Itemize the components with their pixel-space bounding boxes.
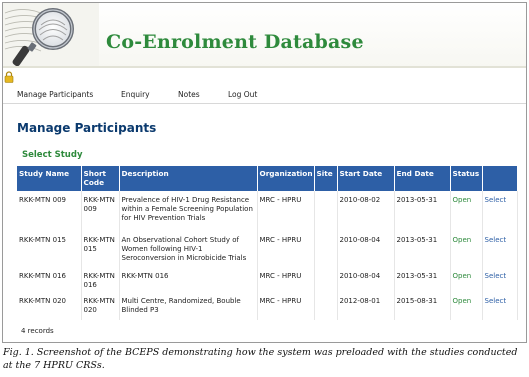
- study-name-cell: RKK-MTN 009: [17, 191, 82, 226]
- short-code-cell: RKK-MTN 016: [81, 266, 120, 292]
- site-cell: [314, 226, 338, 266]
- studies-table: Study Name Short Code Description Organi…: [17, 166, 518, 320]
- table-row: RKK-MTN 009 RKK-MTN 009 Prevalence of HI…: [17, 191, 518, 226]
- app-title: Co-Enrolment Database: [106, 31, 364, 53]
- column-header-action: [482, 166, 518, 191]
- header-divider: [3, 66, 526, 68]
- column-header-start-date[interactable]: Start Date: [337, 166, 395, 191]
- top-nav: Manage Participants Enquiry Notes Log Ou…: [3, 86, 526, 102]
- organization-cell: MRC - HPRU: [257, 191, 315, 226]
- record-count: 4 records: [21, 327, 54, 335]
- study-name-cell: RKK-MTN 015: [17, 226, 82, 266]
- site-cell: [314, 191, 338, 226]
- select-link[interactable]: Select: [482, 191, 518, 226]
- column-header-short-code[interactable]: Short Code: [81, 166, 120, 191]
- description-cell: Prevalence of HIV-1 Drug Resistance with…: [119, 191, 258, 226]
- table-header-row: Study Name Short Code Description Organi…: [17, 166, 518, 191]
- select-link[interactable]: Select: [482, 266, 518, 292]
- end-date-cell: 2013-05-31: [394, 266, 451, 292]
- column-header-description[interactable]: Description: [119, 166, 258, 191]
- organization-cell: MRC - HPRU: [257, 292, 315, 320]
- table-row: RKK-MTN 020 RKK-MTN 020 Multi Centre, Ra…: [17, 292, 518, 320]
- end-date-cell: 2013-05-31: [394, 191, 451, 226]
- table-row: RKK-MTN 016 RKK-MTN 016 RKK-MTN 016 MRC …: [17, 266, 518, 292]
- status-cell: Open: [450, 226, 483, 266]
- status-cell: Open: [450, 292, 483, 320]
- nav-divider: [3, 103, 526, 104]
- column-header-status[interactable]: Status: [450, 166, 483, 191]
- select-link[interactable]: Select: [482, 226, 518, 266]
- lock-icon: [4, 71, 14, 83]
- status-cell: Open: [450, 266, 483, 292]
- organization-cell: MRC - HPRU: [257, 226, 315, 266]
- column-header-study-name[interactable]: Study Name: [17, 166, 82, 191]
- app-header: Co-Enrolment Database: [3, 3, 526, 67]
- start-date-cell: 2010-08-04: [337, 226, 395, 266]
- app-window: Co-Enrolment Database Manage Participant…: [2, 2, 527, 343]
- description-cell: Multi Centre, Randomized, Bouble Blinded…: [119, 292, 258, 320]
- site-cell: [314, 266, 338, 292]
- short-code-cell: RKK-MTN 015: [81, 226, 120, 266]
- nav-manage-participants[interactable]: Manage Participants: [17, 90, 93, 99]
- end-date-cell: 2015-08-31: [394, 292, 451, 320]
- start-date-cell: 2010-08-02: [337, 191, 395, 226]
- study-name-cell: RKK-MTN 016: [17, 266, 82, 292]
- nav-log-out[interactable]: Log Out: [228, 90, 257, 99]
- site-cell: [314, 292, 338, 320]
- description-cell: RKK-MTN 016: [119, 266, 258, 292]
- figure-caption: Fig. 1. Screenshot of the BCEPS demonstr…: [3, 347, 518, 371]
- page-title: Manage Participants: [17, 121, 157, 135]
- end-date-cell: 2013-05-31: [394, 226, 451, 266]
- study-name-cell: RKK-MTN 020: [17, 292, 82, 320]
- description-cell: An Observational Cohort Study of Women f…: [119, 226, 258, 266]
- nav-notes[interactable]: Notes: [178, 90, 200, 99]
- start-date-cell: 2012-08-01: [337, 292, 395, 320]
- nav-enquiry[interactable]: Enquiry: [121, 90, 150, 99]
- select-link[interactable]: Select: [482, 292, 518, 320]
- section-title: Select Study: [22, 150, 83, 160]
- magnifying-glass-fingerprint-icon: [3, 3, 99, 67]
- short-code-cell: RKK-MTN 009: [81, 191, 120, 226]
- column-header-site[interactable]: Site: [314, 166, 338, 191]
- start-date-cell: 2010-08-04: [337, 266, 395, 292]
- short-code-cell: RKK-MTN 020: [81, 292, 120, 320]
- table-row: RKK-MTN 015 RKK-MTN 015 An Observational…: [17, 226, 518, 266]
- organization-cell: MRC - HPRU: [257, 266, 315, 292]
- column-header-organization[interactable]: Organization: [257, 166, 315, 191]
- status-cell: Open: [450, 191, 483, 226]
- column-header-end-date[interactable]: End Date: [394, 166, 451, 191]
